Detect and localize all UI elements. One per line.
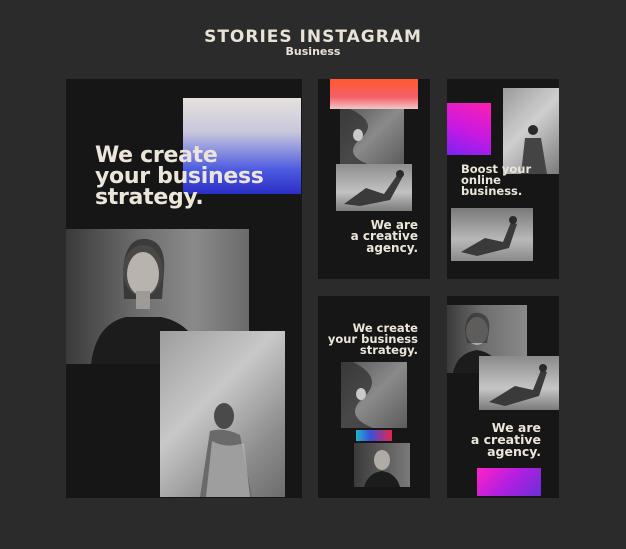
photo-woman-reclining	[479, 356, 559, 410]
story-card-3: Boost your online business.	[447, 79, 559, 279]
photo-woman-lying	[336, 164, 412, 211]
red-gradient-block	[330, 79, 418, 109]
story2-line-3: agency.	[366, 240, 418, 255]
page-header-title: STORIES INSTAGRAM	[204, 27, 422, 47]
story-card-2: We are a creative agency.	[318, 79, 430, 279]
photo-fabric-wave	[340, 109, 404, 165]
story3-text: Boost your online business.	[461, 163, 531, 198]
main-headline-line-3: strategy.	[95, 184, 204, 210]
magenta-gradient-block	[447, 103, 491, 155]
page-header-subtitle: Business	[285, 45, 341, 58]
story-card-5: We are a creative agency.	[447, 296, 559, 498]
story5-text: We are a creative agency.	[471, 421, 541, 459]
portrait-photo-silver-dress	[160, 331, 285, 497]
story-card-4: We create your business strategy.	[318, 296, 430, 498]
photo-woman-sitting	[451, 208, 533, 261]
story4-line-3: strategy.	[359, 342, 418, 357]
story-card-main: We create your business strategy.	[66, 79, 302, 498]
purple-gradient-block	[477, 468, 541, 496]
story2-text: We are a creative agency.	[351, 219, 418, 255]
photo-woman-portrait-small	[354, 443, 410, 487]
story3-line-3: business.	[461, 183, 523, 198]
main-headline: We create your business strategy.	[95, 145, 264, 210]
story5-line-3: agency.	[487, 443, 541, 459]
gradient-bar-blue-red	[356, 430, 392, 441]
story4-text: We create your business strategy.	[328, 322, 418, 357]
photo-fabric-wave-2	[341, 362, 407, 428]
